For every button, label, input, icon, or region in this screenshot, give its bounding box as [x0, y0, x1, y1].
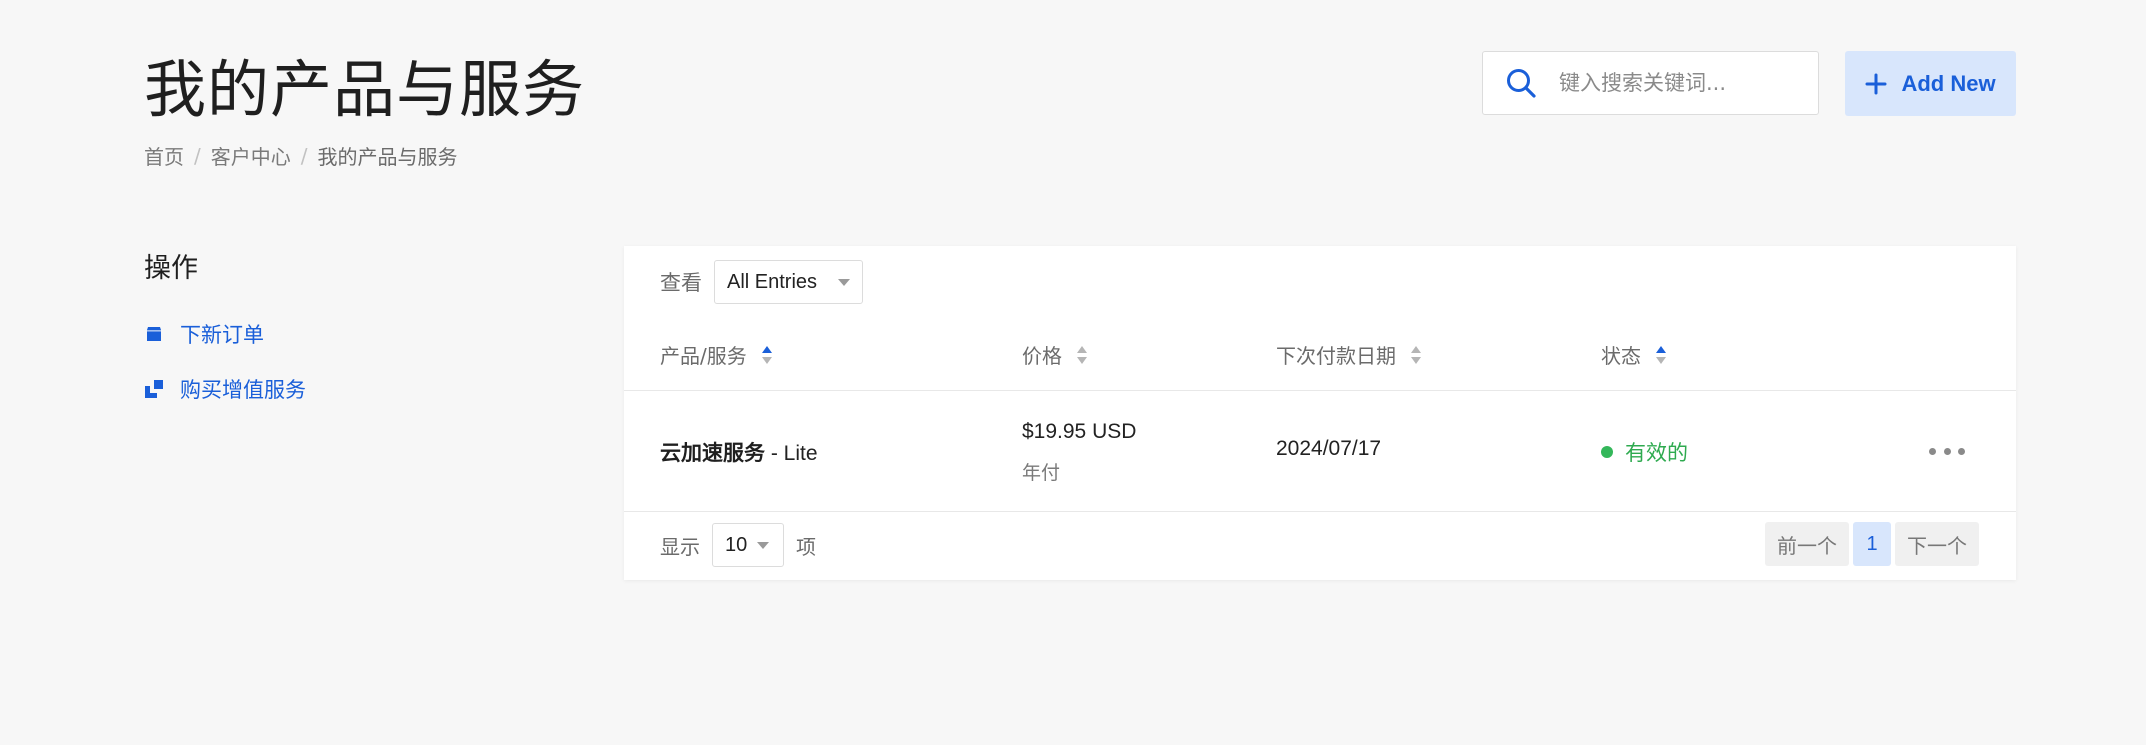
column-header-label: 状态 [1601, 344, 1641, 368]
plus-icon [1865, 73, 1887, 94]
next-page-button[interactable]: 下一个 [1895, 522, 1979, 566]
page-size-select[interactable]: 10 [712, 523, 784, 567]
pagination: 前一个 1 下一个 [1765, 522, 1979, 566]
dot [1929, 447, 1936, 455]
chevron-down-icon [757, 541, 770, 549]
page-title: 我的产品与服务 [144, 53, 586, 126]
search-box [1482, 51, 1819, 115]
divider [624, 390, 2016, 391]
items-label: 项 [796, 534, 816, 559]
breadcrumb-client-area[interactable]: 客户中心 [211, 141, 291, 170]
column-header-label: 下次付款日期 [1276, 344, 1396, 368]
search-icon [1507, 69, 1536, 98]
sidebar-item-new-order[interactable]: 下新订单 [144, 319, 264, 349]
more-actions-button[interactable] [1929, 440, 1965, 462]
search-input[interactable] [1557, 70, 1801, 96]
column-header-product[interactable]: 产品/服务 [660, 340, 773, 369]
status-dot [1601, 446, 1613, 458]
sort-icon [1411, 345, 1421, 364]
table-row-price: $19.95 USD 年付 [1022, 420, 1136, 485]
table-row-product[interactable]: 云加速服务 - Lite [660, 437, 818, 467]
sidebar-item-label: 下新订单 [180, 323, 264, 347]
filter-select-value: All Entries [727, 270, 818, 293]
sort-icon [1077, 345, 1087, 364]
column-header-label: 产品/服务 [660, 344, 747, 368]
filter-label: 查看 [660, 271, 702, 295]
price-amount: $19.95 USD [1022, 420, 1137, 443]
product-name: 云加速服务 [660, 441, 765, 465]
billing-cycle: 年付 [1022, 462, 1061, 484]
dot [1943, 447, 1951, 455]
column-header-price[interactable]: 价格 [1022, 340, 1088, 369]
status-label: 有效的 [1625, 441, 1688, 465]
status-badge: 有效的 [1601, 437, 1688, 467]
sort-icon [1656, 345, 1666, 364]
page-1-button[interactable]: 1 [1853, 522, 1891, 566]
filter-select[interactable]: All Entries [714, 260, 863, 304]
breadcrumb-home[interactable]: 首页 [144, 141, 184, 170]
breadcrumb-separator: / [194, 143, 201, 168]
add-new-button[interactable]: Add New [1845, 51, 2016, 116]
chevron-down-icon [838, 278, 850, 286]
dot [1958, 447, 1965, 455]
breadcrumb-current: 我的产品与服务 [317, 145, 458, 169]
column-header-label: 价格 [1022, 344, 1062, 368]
prev-page-button[interactable]: 前一个 [1765, 522, 1849, 566]
sidebar-item-buy-addons[interactable]: 购买增值服务 [144, 374, 306, 404]
add-new-label: Add New [1901, 70, 1996, 96]
page-size-value: 10 [725, 533, 748, 556]
sort-icon [761, 345, 772, 364]
product-plan: - Lite [765, 442, 818, 465]
cart-icon [147, 327, 161, 341]
filter-row: 查看 All Entries [660, 260, 863, 304]
sidebar-title: 操作 [144, 253, 198, 284]
breadcrumb-separator: / [300, 143, 308, 168]
divider [624, 511, 2016, 512]
sidebar-item-label: 购买增值服务 [180, 378, 306, 402]
breadcrumb: 首页 / 客户中心 / 我的产品与服务 [144, 141, 458, 170]
column-header-next-due-date[interactable]: 下次付款日期 [1276, 340, 1422, 369]
show-label: 显示 [660, 534, 700, 559]
next-due-date: 2024/07/17 [1276, 437, 1382, 460]
addon-icon [145, 380, 163, 398]
column-header-status[interactable]: 状态 [1601, 340, 1667, 369]
page-size-control: 显示 10 项 [660, 523, 816, 567]
